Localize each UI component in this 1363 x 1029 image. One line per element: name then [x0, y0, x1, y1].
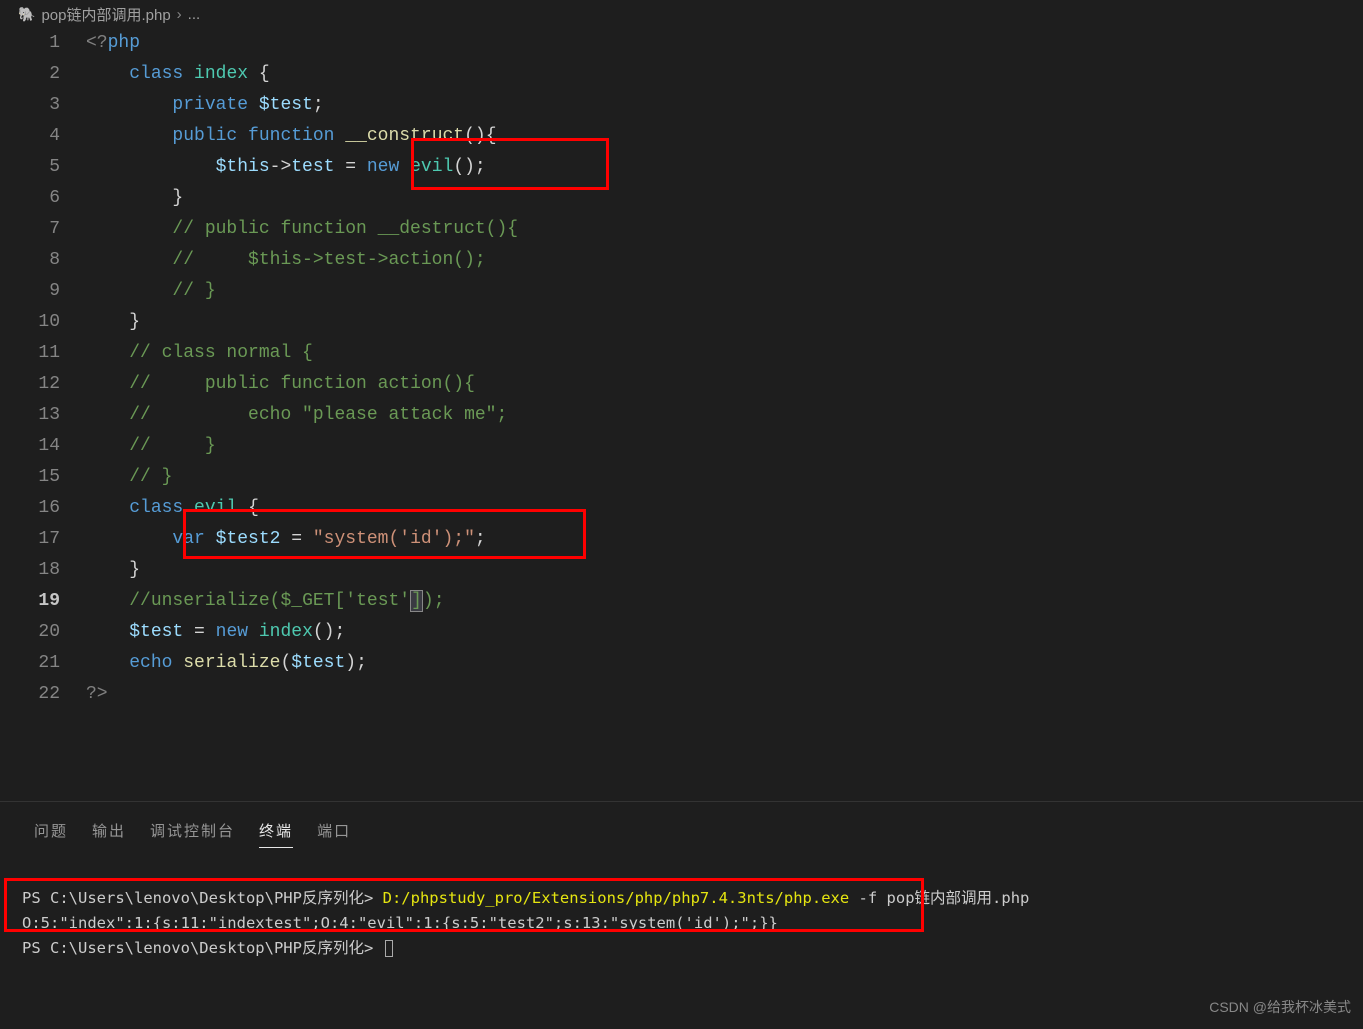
code-line: // class normal { — [86, 338, 1363, 369]
line-number: 11 — [0, 338, 60, 369]
code-line: class index { — [86, 59, 1363, 90]
code-line: <?php — [86, 28, 1363, 59]
watermark: CSDN @给我杯冰美式 — [1209, 997, 1351, 1017]
line-number: 6 — [0, 183, 60, 214]
line-number: 8 — [0, 245, 60, 276]
line-number: 22 — [0, 679, 60, 710]
terminal-prompt: PS C:\Users\lenovo\Desktop\PHP反序列化> — [22, 889, 383, 907]
line-number: 20 — [0, 617, 60, 648]
code-line: } — [86, 307, 1363, 338]
line-number: 10 — [0, 307, 60, 338]
code-line: // $this->test->action(); — [86, 245, 1363, 276]
code-line: } — [86, 555, 1363, 586]
line-number: 16 — [0, 493, 60, 524]
code-line: $this->test = new evil(); — [86, 152, 1363, 183]
terminal-cursor — [385, 940, 393, 957]
line-gutter: 1 2 3 4 5 6 7 8 9 10 11 12 13 14 15 16 1… — [0, 28, 86, 800]
breadcrumb-file: pop链内部调用.php — [41, 4, 170, 25]
code-line: $test = new index(); — [86, 617, 1363, 648]
line-number: 13 — [0, 400, 60, 431]
line-number: 7 — [0, 214, 60, 245]
panel-tabs: 问题 输出 调试控制台 终端 端口 — [0, 802, 1363, 848]
line-number: 15 — [0, 462, 60, 493]
php-icon: 🐘 — [18, 6, 35, 23]
code-line: var $test2 = "system('id');"; — [86, 524, 1363, 555]
line-number: 5 — [0, 152, 60, 183]
code-line: class evil { — [86, 493, 1363, 524]
terminal-command: D:/phpstudy_pro/Extensions/php/php7.4.3n… — [383, 889, 850, 907]
terminal-args: -f pop链内部调用.php — [849, 889, 1029, 907]
tab-ports[interactable]: 端口 — [317, 820, 351, 848]
breadcrumb-separator: › — [177, 6, 182, 23]
tab-debug[interactable]: 调试控制台 — [150, 820, 235, 848]
tab-terminal[interactable]: 终端 — [259, 820, 293, 848]
line-number: 14 — [0, 431, 60, 462]
code-line: // } — [86, 431, 1363, 462]
code-line: //unserialize($_GET['test']); — [86, 586, 1363, 617]
tab-output[interactable]: 输出 — [92, 820, 126, 848]
code-line: // echo "please attack me"; — [86, 400, 1363, 431]
code-line: private $test; — [86, 90, 1363, 121]
code-line: public function __construct(){ — [86, 121, 1363, 152]
code-line: ?> — [86, 679, 1363, 710]
bottom-panel: 问题 输出 调试控制台 终端 端口 PS C:\Users\lenovo\Des… — [0, 801, 1363, 1029]
line-number: 4 — [0, 121, 60, 152]
breadcrumb[interactable]: 🐘 pop链内部调用.php › ... — [0, 0, 1363, 28]
terminal-output: O:5:"index":1:{s:11:"indextest";O:4:"evi… — [22, 914, 778, 932]
tab-problems[interactable]: 问题 — [34, 820, 68, 848]
terminal-prompt: PS C:\Users\lenovo\Desktop\PHP反序列化> — [22, 939, 383, 957]
code-line: } — [86, 183, 1363, 214]
line-number: 19 — [0, 586, 60, 617]
code-line: // public function __destruct(){ — [86, 214, 1363, 245]
line-number: 9 — [0, 276, 60, 307]
code-line: // } — [86, 276, 1363, 307]
code-line: // } — [86, 462, 1363, 493]
terminal[interactable]: PS C:\Users\lenovo\Desktop\PHP反序列化> D:/p… — [0, 848, 1363, 961]
breadcrumb-more: ... — [188, 6, 201, 23]
code-area[interactable]: <?php class index { private $test; publi… — [86, 28, 1363, 800]
line-number: 3 — [0, 90, 60, 121]
editor[interactable]: 1 2 3 4 5 6 7 8 9 10 11 12 13 14 15 16 1… — [0, 28, 1363, 800]
line-number: 18 — [0, 555, 60, 586]
line-number: 17 — [0, 524, 60, 555]
line-number: 12 — [0, 369, 60, 400]
line-number: 21 — [0, 648, 60, 679]
code-line: echo serialize($test); — [86, 648, 1363, 679]
code-line: // public function action(){ — [86, 369, 1363, 400]
line-number: 1 — [0, 28, 60, 59]
line-number: 2 — [0, 59, 60, 90]
